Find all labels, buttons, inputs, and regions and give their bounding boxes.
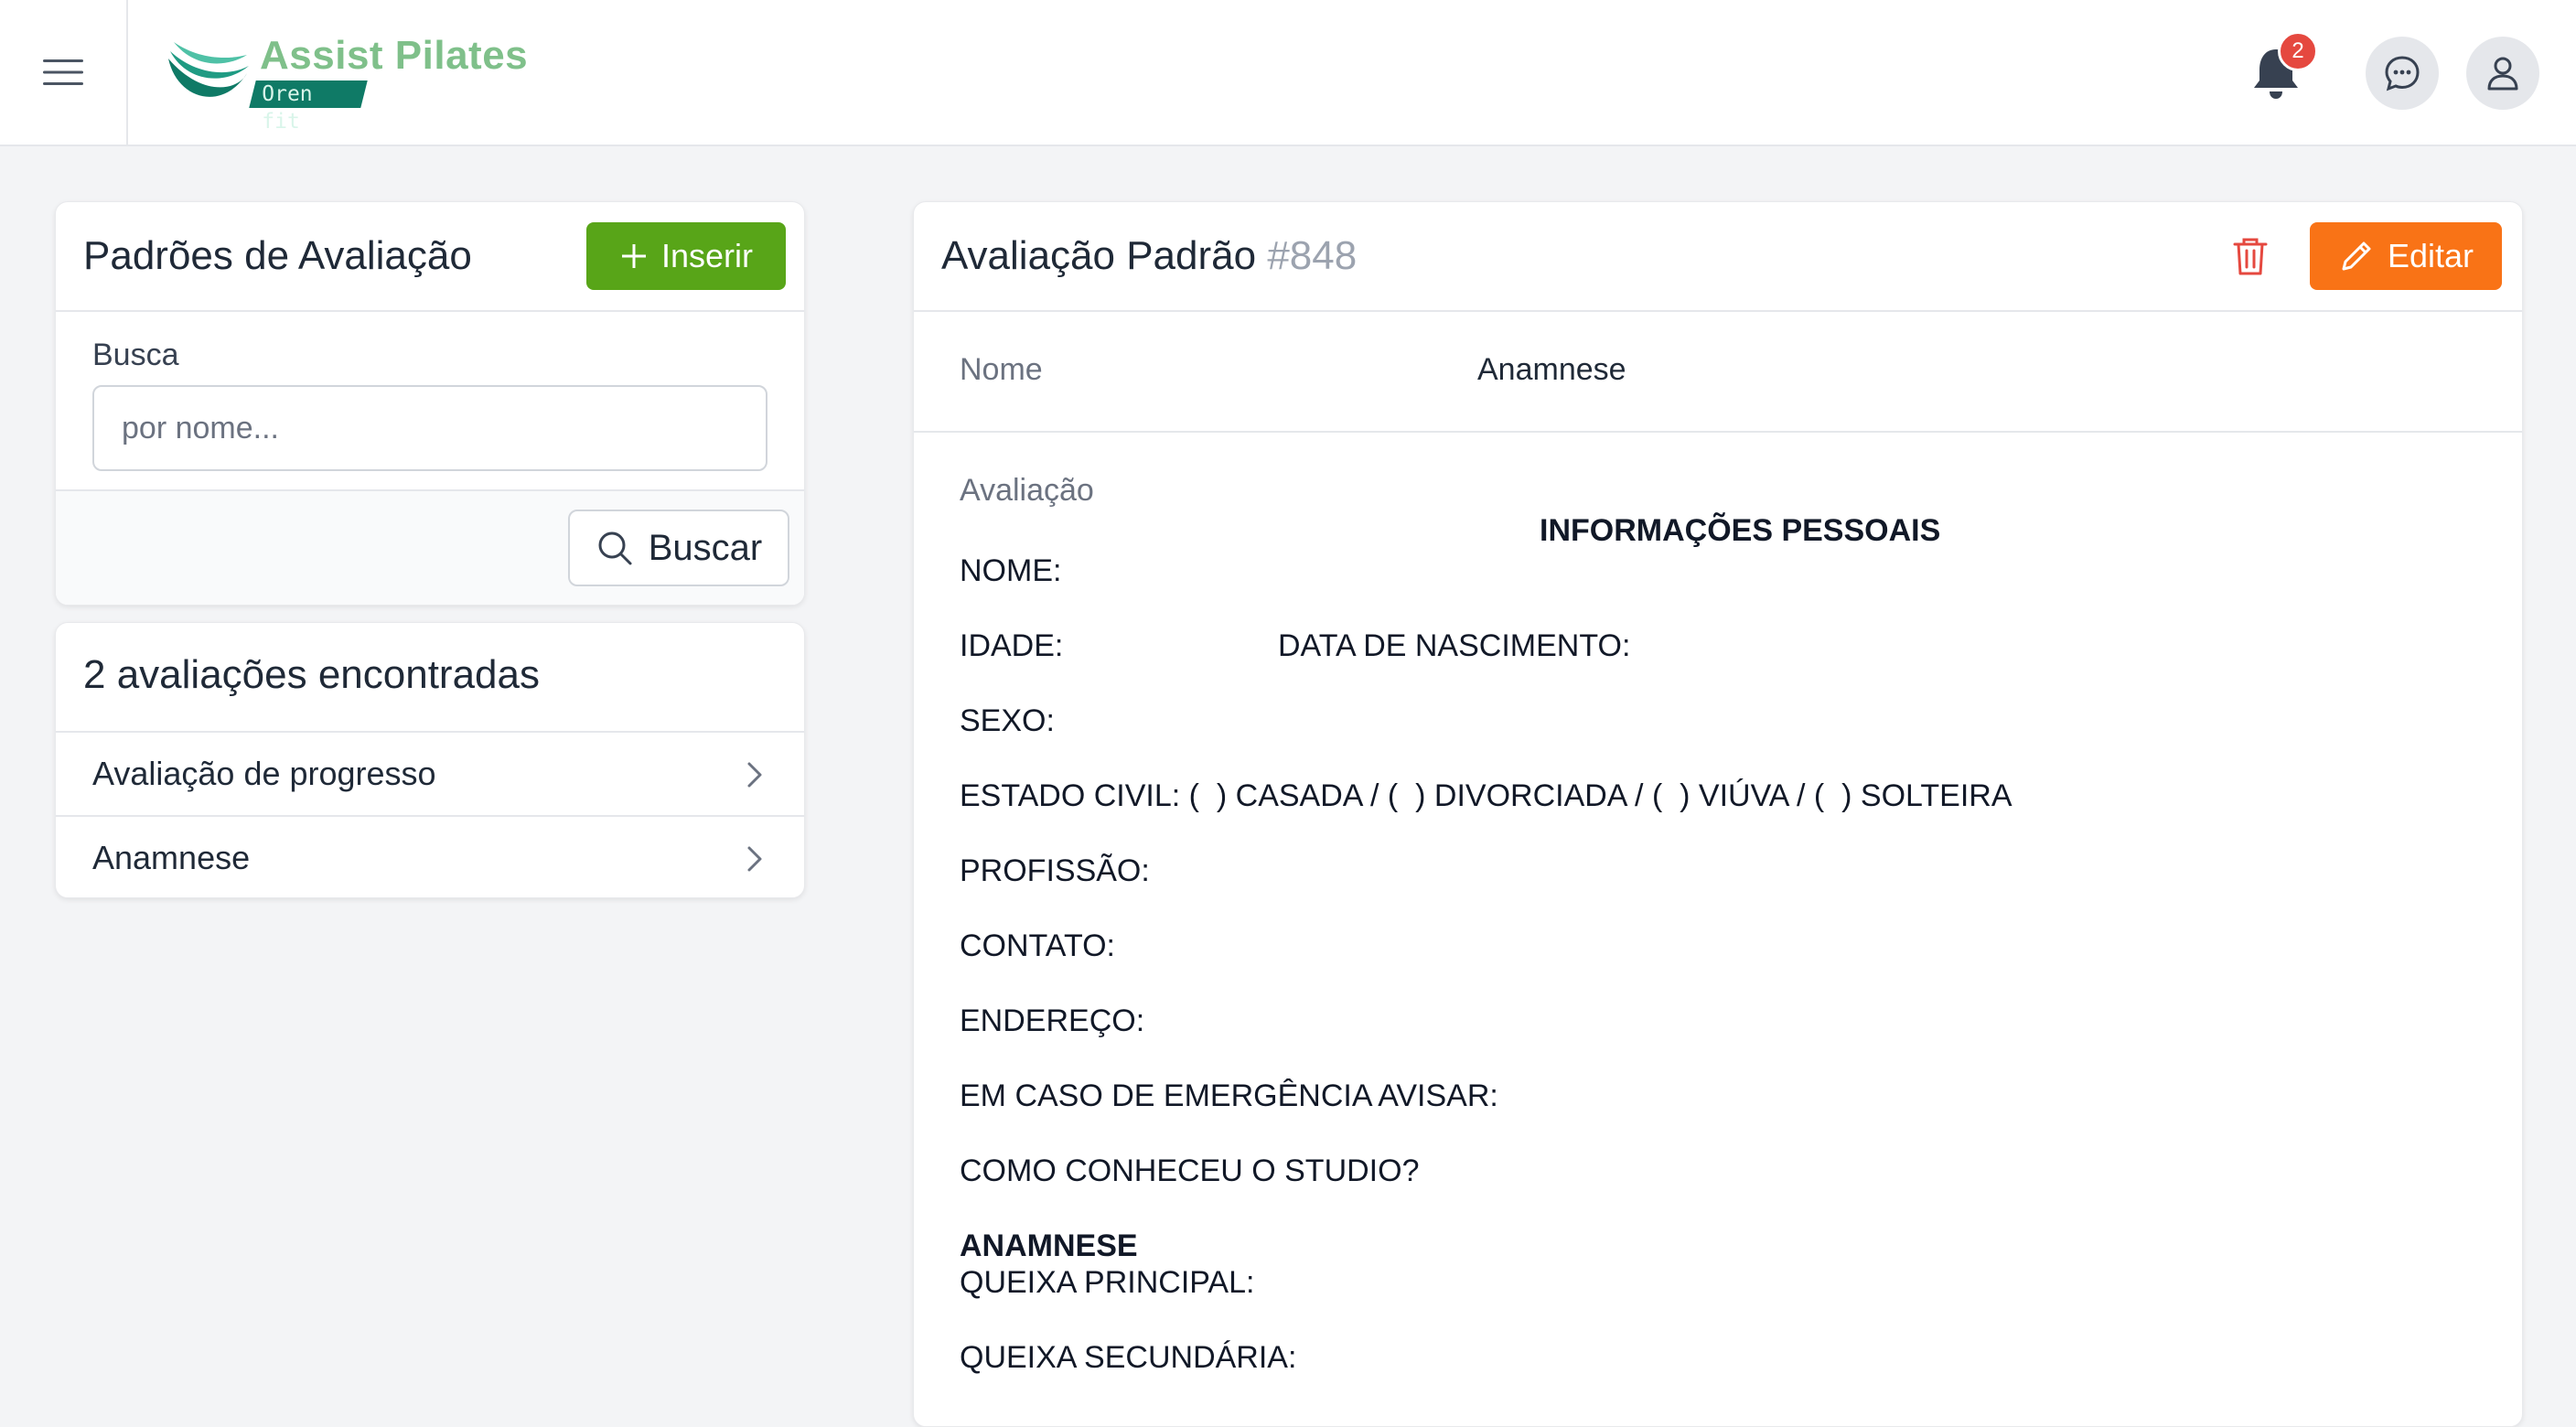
search-icon	[598, 531, 632, 565]
field-endereco: ENDEREÇO:	[960, 1003, 1145, 1038]
user-menu-button[interactable]	[2466, 37, 2539, 110]
results-title: 2 avaliações encontradas	[83, 652, 540, 697]
brand-subtitle: Oren fit	[249, 80, 368, 134]
evaluation-label: Avaliação	[960, 473, 1094, 508]
detail-card: Avaliação Padrão #848 Editar Nome Anamne…	[913, 201, 2523, 1427]
divider	[914, 310, 2522, 312]
chat-button[interactable]	[2366, 37, 2439, 110]
field-nascimento: DATA DE NASCIMENTO:	[1278, 628, 1631, 663]
list-item[interactable]: Anamnese	[56, 815, 804, 897]
edit-button[interactable]: Editar	[2310, 222, 2502, 290]
insert-label: Inserir	[660, 237, 754, 274]
name-label: Nome	[960, 352, 1043, 387]
name-value: Anamnese	[1477, 352, 1626, 387]
trash-icon	[2233, 238, 2268, 275]
brand-logo[interactable]: Assist Pilates Oren fit	[165, 33, 528, 134]
detail-id: #848	[1267, 233, 1358, 278]
divider	[56, 310, 804, 312]
insert-button[interactable]: Inserir	[586, 222, 786, 290]
chat-icon	[2385, 56, 2420, 91]
brand-title: Assist Pilates	[260, 33, 529, 78]
detail-title: Avaliação Padrão #848	[941, 233, 1358, 278]
list-item[interactable]: Avaliação de progresso	[56, 731, 804, 815]
field-estado-civil: ESTADO CIVIL: ( ) CASADA / ( ) DIVORCIAD…	[960, 778, 2012, 813]
divider	[914, 431, 2522, 433]
search-button[interactable]: Buscar	[568, 510, 789, 586]
evaluation-heading: INFORMAÇÕES PESSOAIS	[1540, 513, 1941, 548]
field-queixa-secundaria: QUEIXA SECUNDÁRIA:	[960, 1340, 1297, 1375]
chevron-right-icon	[747, 762, 762, 788]
logo-wing-icon	[168, 42, 249, 97]
field-contato: CONTATO:	[960, 928, 1115, 963]
chevron-right-icon	[747, 846, 762, 872]
field-emergencia: EM CASO DE EMERGÊNCIA AVISAR:	[960, 1078, 1498, 1113]
field-como-conheceu: COMO CONHECEU O STUDIO?	[960, 1153, 1420, 1188]
field-idade: IDADE:	[960, 628, 1064, 663]
field-sexo: SEXO:	[960, 703, 1055, 738]
results-card: 2 avaliações encontradas Avaliação de pr…	[55, 622, 805, 898]
anamnese-heading: ANAMNESE	[960, 1229, 1138, 1263]
search-input[interactable]	[92, 385, 767, 471]
search-button-label: Buscar	[648, 527, 763, 568]
plus-icon	[621, 244, 646, 268]
top-bar: Assist Pilates Oren fit 2	[0, 0, 2576, 146]
search-label: Busca	[92, 338, 179, 372]
delete-button[interactable]	[2227, 233, 2273, 279]
menu-button[interactable]	[0, 0, 128, 145]
panel-title: Padrões de Avaliação	[83, 233, 472, 278]
edit-label: Editar	[2387, 237, 2474, 274]
search-footer: Buscar	[56, 491, 804, 605]
pencil-icon	[2342, 241, 2371, 271]
list-item-label: Avaliação de progresso	[92, 755, 436, 792]
hamburger-menu-icon	[43, 59, 83, 85]
field-queixa-principal: QUEIXA PRINCIPAL:	[960, 1265, 1255, 1300]
list-item-label: Anamnese	[92, 839, 251, 876]
field-profissao: PROFISSÃO:	[960, 853, 1150, 888]
notification-badge: 2	[2278, 31, 2318, 71]
search-card: Padrões de Avaliação Inserir Busca Busca…	[55, 201, 805, 606]
field-nome: NOME:	[960, 553, 1062, 588]
user-icon	[2487, 57, 2518, 91]
